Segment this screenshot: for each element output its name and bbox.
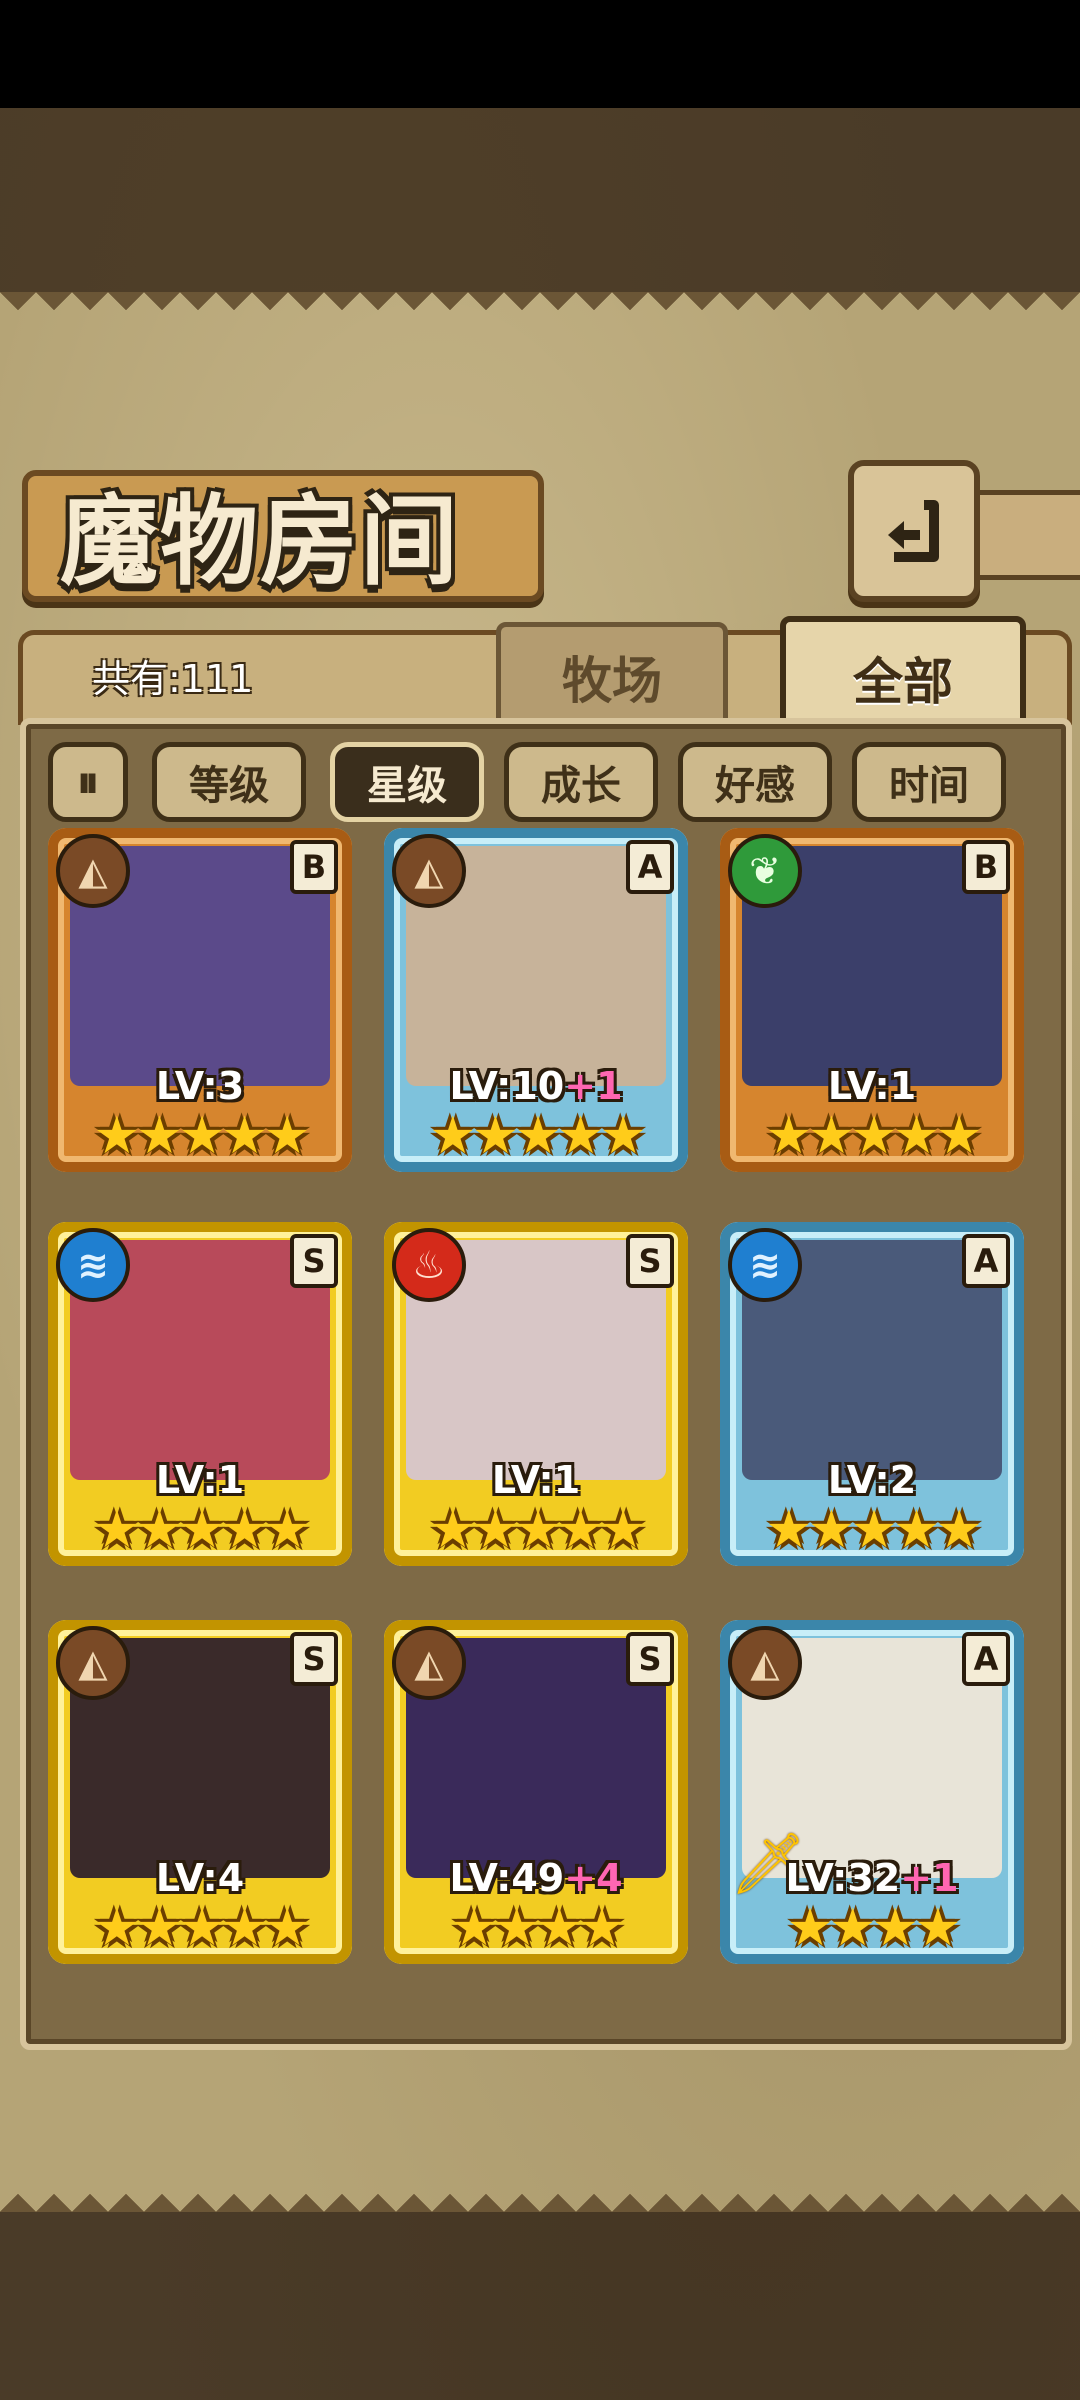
monster-level: LV:1: [827, 1064, 917, 1108]
rank-badge: B: [962, 840, 1010, 894]
back-button[interactable]: [848, 460, 980, 602]
earth-element-icon: ◭: [56, 834, 130, 908]
monster-card[interactable]: ◭ S LV:49+4 ★★★★: [384, 1620, 688, 1964]
star-rating: ★★★★: [786, 1898, 961, 1958]
fire-element-icon: ♨: [392, 1228, 466, 1302]
monster-level: LV:3: [155, 1064, 245, 1108]
monster-card[interactable]: ≋ A LV:2 ★★★★★: [720, 1222, 1024, 1566]
monster-card[interactable]: ◭ B LV:3 ★★★★★: [48, 828, 352, 1172]
back-arrow-icon: [888, 500, 939, 562]
rank-badge: A: [962, 1234, 1010, 1288]
rank-badge: S: [290, 1234, 338, 1288]
earth-element-icon: ◭: [392, 834, 466, 908]
monster-level: LV:32+1: [785, 1856, 959, 1900]
monster-level: LV:10+1: [449, 1064, 623, 1108]
star-rating: ★★★★★: [429, 1500, 646, 1560]
panel-top-edge: [0, 292, 1080, 328]
filter-time[interactable]: 时间: [852, 742, 1006, 822]
monster-count: 共有:111: [92, 657, 254, 701]
star-rating: ★★★★★: [93, 1106, 310, 1166]
star-rating: ★★★★★: [93, 1898, 310, 1958]
star-rating: ★★★★★: [429, 1106, 646, 1166]
star-rating: ★★★★★: [765, 1106, 982, 1166]
rank-badge: A: [626, 840, 674, 894]
monster-card[interactable]: ♨ S LV:1 ★★★★★: [384, 1222, 688, 1566]
page-title: 魔物房间: [60, 484, 461, 599]
panel-bottom-edge: [0, 2176, 1080, 2212]
star-rating: ★★★★★: [765, 1500, 982, 1560]
monster-card[interactable]: ◭ A 🗡 LV:32+1 ★★★★: [720, 1620, 1024, 1964]
monster-card[interactable]: ❦ B LV:1 ★★★★★: [720, 828, 1024, 1172]
rank-badge: A: [962, 1632, 1010, 1686]
earth-element-icon: ◭: [56, 1626, 130, 1700]
star-rating: ★★★★: [450, 1898, 625, 1958]
monster-level: LV:1: [155, 1458, 245, 1502]
sort-order-button[interactable]: ⏸: [48, 742, 128, 822]
monster-card[interactable]: ≋ S LV:1 ★★★★★: [48, 1222, 352, 1566]
rank-badge: S: [290, 1632, 338, 1686]
star-rating: ★★★★★: [93, 1500, 310, 1560]
monster-level: LV:1: [491, 1458, 581, 1502]
tab-ranch[interactable]: 牧场: [496, 622, 728, 732]
back-button-bar: [970, 490, 1080, 580]
earth-element-icon: ◭: [392, 1626, 466, 1700]
monster-level: LV:49+4: [449, 1856, 623, 1900]
water-element-icon: ≋: [728, 1228, 802, 1302]
filter-level[interactable]: 等级: [152, 742, 306, 822]
earth-element-icon: ◭: [728, 1626, 802, 1700]
monster-card[interactable]: ◭ S LV:4 ★★★★★: [48, 1620, 352, 1964]
rank-badge: S: [626, 1234, 674, 1288]
leaf-element-icon: ❦: [728, 834, 802, 908]
pause-sort-icon: ⏸: [77, 756, 99, 808]
rank-badge: B: [290, 840, 338, 894]
monster-level: LV:2: [827, 1458, 917, 1502]
filter-star[interactable]: 星级: [330, 742, 484, 822]
water-element-icon: ≋: [56, 1228, 130, 1302]
filter-affection[interactable]: 好感: [678, 742, 832, 822]
monster-level: LV:4: [155, 1856, 245, 1900]
monster-card[interactable]: ◭ A LV:10+1 ★★★★★: [384, 828, 688, 1172]
filter-growth[interactable]: 成长: [504, 742, 658, 822]
rank-badge: S: [626, 1632, 674, 1686]
